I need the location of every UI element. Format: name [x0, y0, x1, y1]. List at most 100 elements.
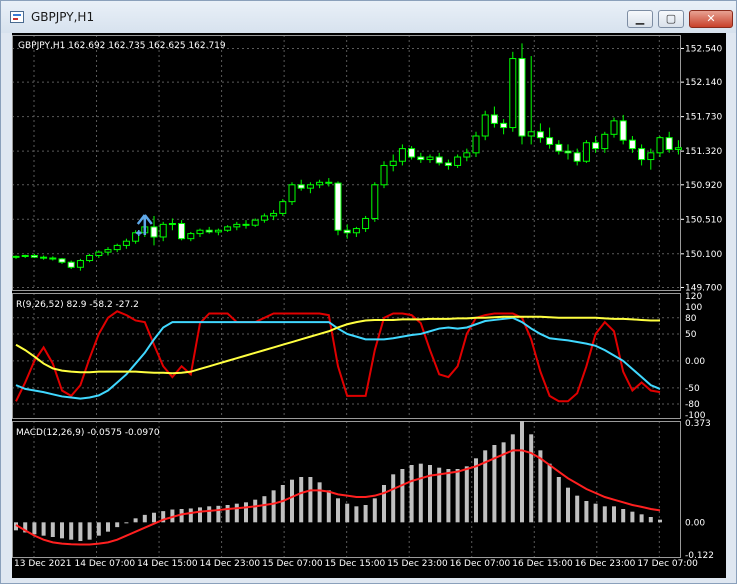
macd-histogram-bar: [308, 477, 313, 523]
candle-body: [426, 156, 434, 161]
macd-histogram-bar: [225, 505, 230, 523]
candle-body: [555, 143, 563, 152]
window-title: GBPJPY,H1: [31, 10, 95, 24]
macd-histogram-bar: [409, 465, 414, 523]
candle-body: [380, 164, 388, 186]
price-label: 151.320: [685, 147, 722, 157]
macd-level-label: -0.122: [685, 551, 714, 561]
pane-frames: [12, 35, 681, 558]
macd-histogram-bar: [474, 458, 478, 523]
pane-frame-main: [12, 35, 681, 291]
candle-body: [490, 114, 498, 124]
macd-histogram-bar: [621, 509, 626, 523]
candle-body: [371, 184, 379, 219]
rsi-level-label: 80: [685, 314, 697, 324]
macd-histogram-bar: [639, 514, 644, 523]
maximize-button[interactable]: ▢: [658, 10, 684, 28]
macd-histogram-bar: [391, 474, 396, 523]
close-button[interactable]: ✕: [689, 10, 733, 28]
candle-body: [454, 156, 462, 166]
macd-indicator: [14, 421, 662, 546]
rsi-level-label: 120: [685, 292, 702, 302]
macd-histogram-bar: [529, 434, 534, 523]
candle-body: [352, 228, 360, 234]
candle-body: [536, 131, 544, 139]
macd-histogram-bar: [547, 463, 552, 523]
macd-histogram-bar: [106, 522, 110, 532]
time-label: 15 Dec 23:00: [387, 559, 448, 569]
macd-histogram-bar: [198, 507, 202, 523]
candle-body: [159, 223, 167, 238]
candle-body: [251, 219, 259, 226]
macd-histogram-bar: [428, 465, 432, 523]
time-label: 16 Dec 07:00: [450, 559, 511, 569]
rsi-pane-label: R(9,26,52) 82.9 -58.2 -27.2: [16, 300, 139, 310]
price-label: 151.730: [685, 113, 722, 123]
macd-histogram-bar: [262, 496, 267, 523]
macd-histogram-bar: [446, 469, 451, 523]
time-label: 16 Dec 15:00: [512, 559, 573, 569]
candle-body: [316, 181, 324, 186]
macd-histogram-bar: [152, 512, 156, 523]
macd-level-label: 0.00: [685, 518, 705, 528]
candle-body: [104, 249, 112, 253]
candle-body: [546, 137, 554, 145]
candle-body: [196, 229, 204, 235]
time-label: 15 Dec 07:00: [262, 559, 323, 569]
candle-body: [334, 182, 342, 231]
candle-body: [49, 257, 57, 260]
macd-histogram-bar: [538, 450, 543, 523]
macd-histogram-bar: [336, 498, 340, 523]
candle-body: [592, 142, 600, 150]
candle-body: [389, 160, 397, 166]
macd-histogram-bar: [69, 522, 74, 540]
price-label: 152.140: [685, 78, 722, 88]
chart-area[interactable]: GBPJPY,H1 162.692 162.735 162.625 162.71…: [12, 33, 726, 578]
macd-histogram-bar: [354, 506, 359, 523]
rsi-level-label: -50: [685, 384, 700, 394]
macd-histogram-bar: [50, 522, 55, 537]
grid: [12, 35, 684, 557]
candle-body: [362, 217, 370, 230]
candle-body: [214, 229, 222, 233]
macd-histogram-bar: [566, 487, 570, 523]
candle-body: [408, 148, 416, 158]
macd-histogram-bar: [207, 506, 212, 523]
candle-body: [417, 156, 425, 161]
candle-body: [12, 255, 20, 258]
candle-body: [500, 122, 508, 129]
candle-body: [656, 137, 664, 154]
candle-body: [472, 135, 480, 154]
macd-histogram-bar: [593, 503, 598, 523]
macd-histogram-bar: [510, 434, 515, 523]
macd-histogram-bar: [345, 503, 350, 523]
macd-histogram-bar: [188, 508, 193, 523]
macd-histogram-bar: [520, 421, 524, 523]
candle-body: [509, 58, 517, 129]
macd-histogram-bar: [363, 505, 368, 523]
chart-canvas[interactable]: GBPJPY,H1 162.692 162.735 162.625 162.71…: [12, 33, 726, 578]
candle-body: [306, 184, 314, 189]
main-pane-header: GBPJPY,H1 162.692 162.735 162.625 162.71…: [18, 41, 226, 51]
price-label: 152.540: [685, 44, 722, 54]
macd-histogram-bar: [271, 490, 276, 523]
time-label: 13 Dec 2021: [14, 559, 72, 569]
candle-body: [463, 152, 471, 158]
candle-body: [95, 251, 103, 256]
macd-histogram-bar: [464, 466, 469, 523]
chart-window-icon: [10, 11, 24, 23]
macd-histogram-bar: [96, 522, 101, 536]
macd-pane-label: MACD(12,26,9) -0.0575 -0.0970: [16, 428, 160, 438]
candle-body: [150, 226, 158, 238]
candle-body: [30, 254, 38, 258]
time-label: 14 Dec 07:00: [75, 559, 136, 569]
candle-body: [444, 162, 452, 166]
candle-body: [564, 150, 572, 154]
candle-body: [187, 233, 195, 240]
macd-histogram-bar: [612, 506, 616, 523]
candle-body: [122, 240, 130, 246]
title-bar[interactable]: GBPJPY,H1 ▁ ▢ ✕: [1, 1, 736, 33]
candle-body: [665, 137, 673, 150]
rsi-level-label: 0.00: [685, 357, 705, 367]
minimize-button[interactable]: ▁: [627, 10, 653, 28]
